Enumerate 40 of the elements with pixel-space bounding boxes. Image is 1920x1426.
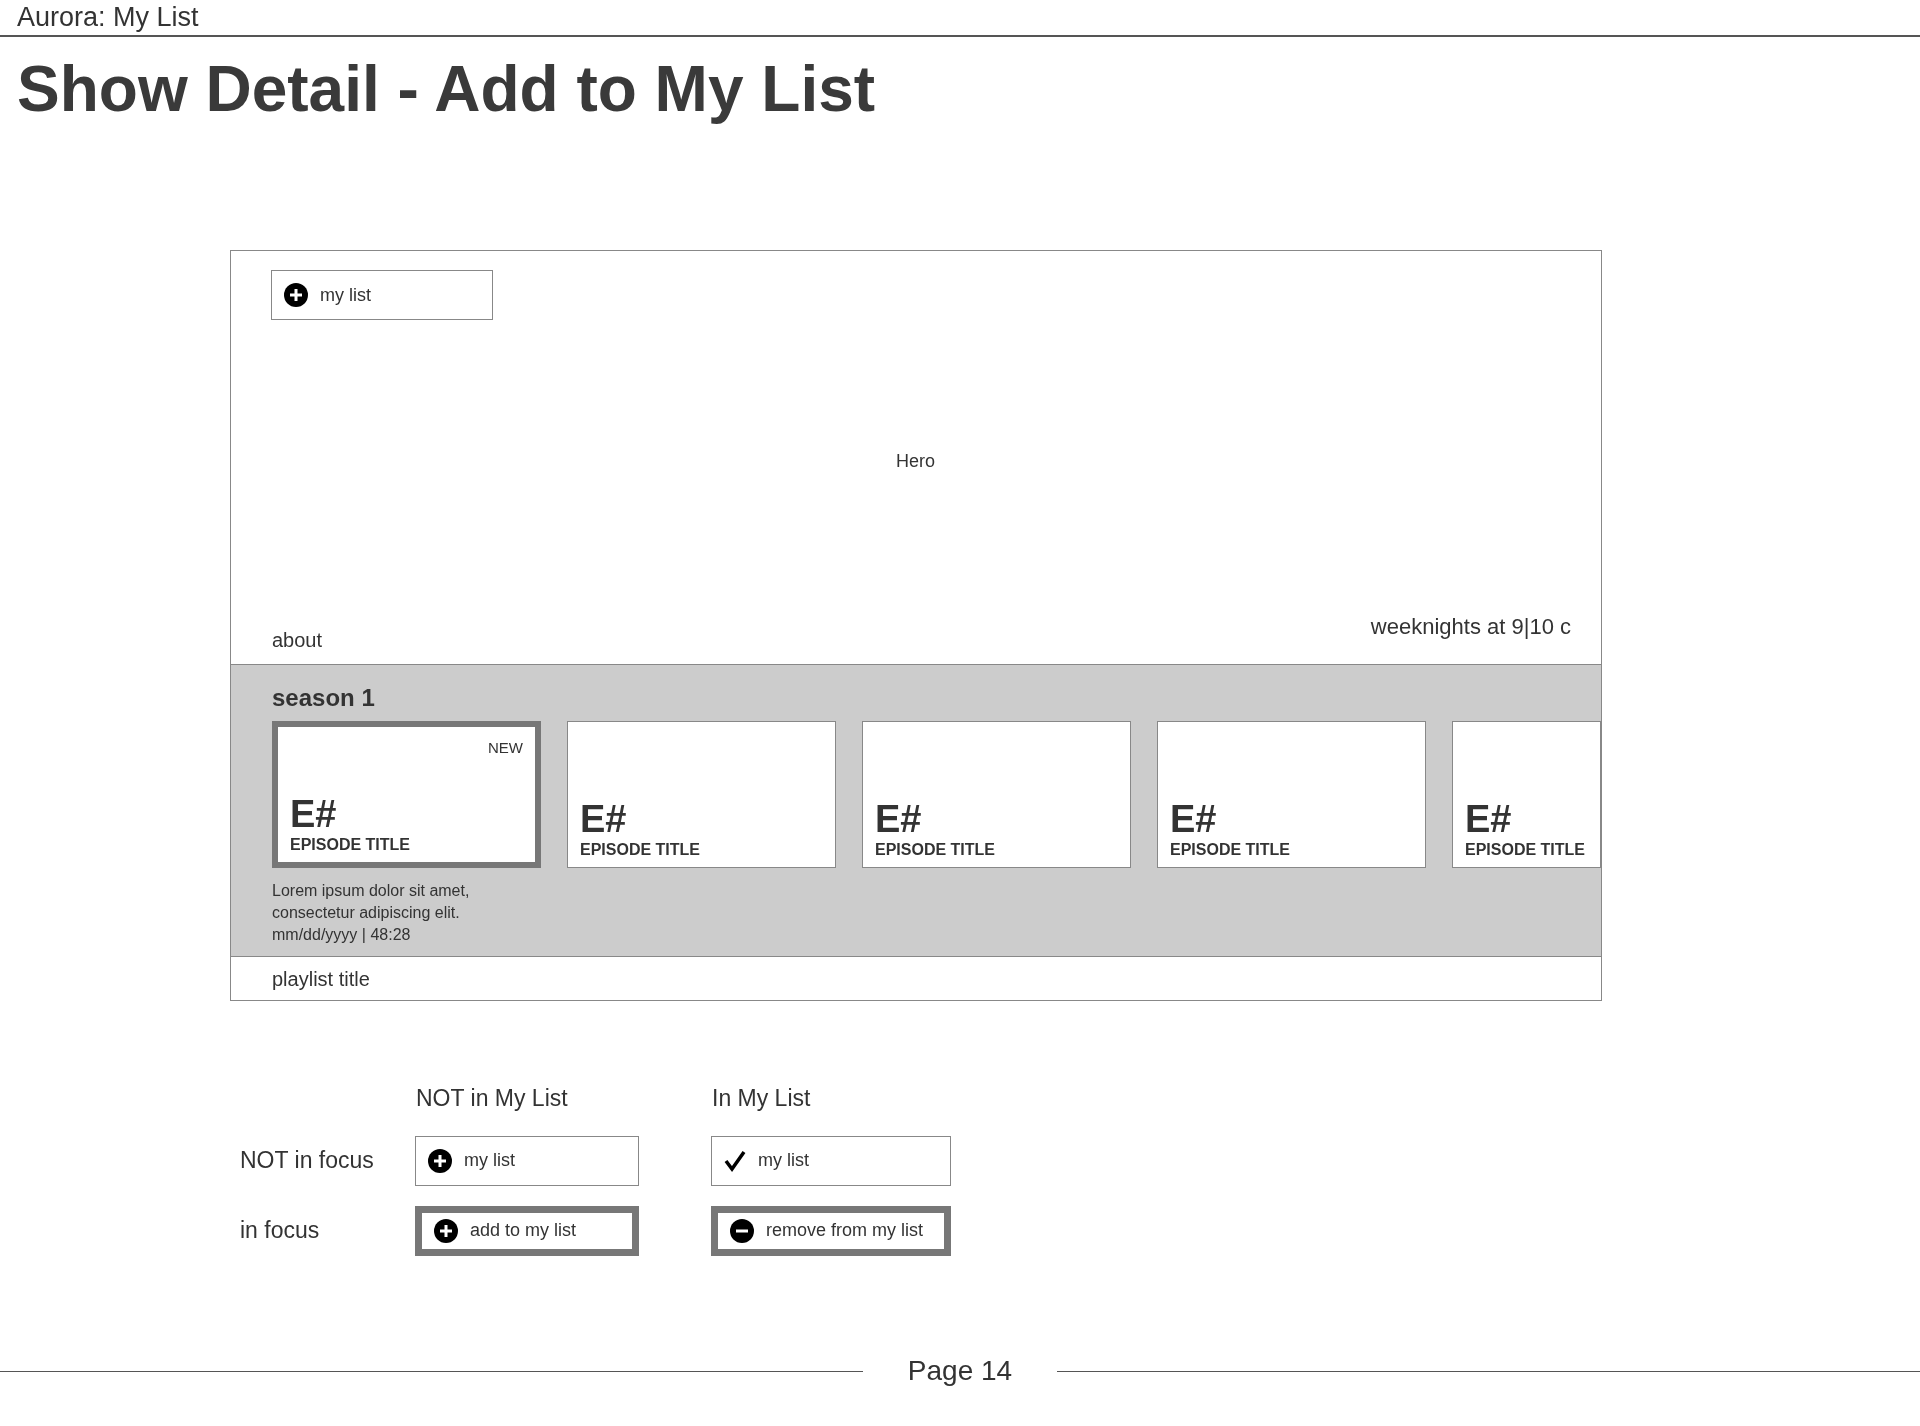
episode-number: E# [875, 799, 923, 839]
episode-title: EPISODE TITLE [875, 840, 996, 860]
about-link[interactable]: about [272, 625, 323, 655]
episode-card[interactable]: E# EPISODE TITLE [567, 721, 836, 868]
plus-circle-icon [428, 1148, 452, 1173]
column-heading: In My List [711, 1084, 812, 1113]
plus-circle-icon [434, 1218, 458, 1243]
my-list-button[interactable]: my list [711, 1135, 951, 1186]
episode-title: EPISODE TITLE [1465, 840, 1586, 860]
episode-number: E# [290, 794, 338, 834]
new-label: NEW [488, 738, 523, 758]
episode-meta: mm/dd/yyyy | 48:28 [272, 925, 412, 945]
episode-number: E# [1465, 799, 1513, 839]
my-list-button[interactable]: add to my list [415, 1205, 639, 1256]
episode-card[interactable]: NEW E# EPISODE TITLE [272, 721, 541, 868]
episode-title: EPISODE TITLE [1170, 840, 1291, 860]
playlist-title: playlist title [272, 966, 370, 992]
episode-number: E# [580, 799, 628, 839]
row-label: NOT in focus [240, 1146, 375, 1176]
check-icon [724, 1149, 746, 1172]
episode-title: EPISODE TITLE [580, 840, 701, 860]
document-header: Aurora: My List [16, 1, 200, 34]
column-heading: NOT in My List [415, 1084, 569, 1113]
schedule-text: weeknights at 9|10 c [1370, 613, 1571, 641]
season-title: season 1 [272, 683, 376, 713]
episode-description: Lorem ipsum dolor sit amet, consectetur adipiscing elit. [272, 881, 471, 923]
hero-label: Hero [896, 450, 935, 473]
my-list-button[interactable]: my list [271, 270, 493, 320]
episode-card[interactable]: E# EPISODE TITLE [1452, 721, 1601, 868]
page-title: Show Detail - Add to My List [16, 52, 877, 127]
page-number: Page 14 [907, 1354, 1013, 1388]
my-list-button[interactable]: my list [415, 1135, 639, 1186]
plus-circle-icon [284, 283, 308, 307]
row-label: in focus [240, 1216, 321, 1246]
my-list-button[interactable]: remove from my list [711, 1205, 951, 1256]
episode-number: E# [1170, 799, 1218, 839]
minus-circle-icon [730, 1218, 754, 1243]
episode-title: EPISODE TITLE [290, 835, 411, 855]
episode-card[interactable]: E# EPISODE TITLE [862, 721, 1131, 868]
episode-card[interactable]: E# EPISODE TITLE [1157, 721, 1426, 868]
